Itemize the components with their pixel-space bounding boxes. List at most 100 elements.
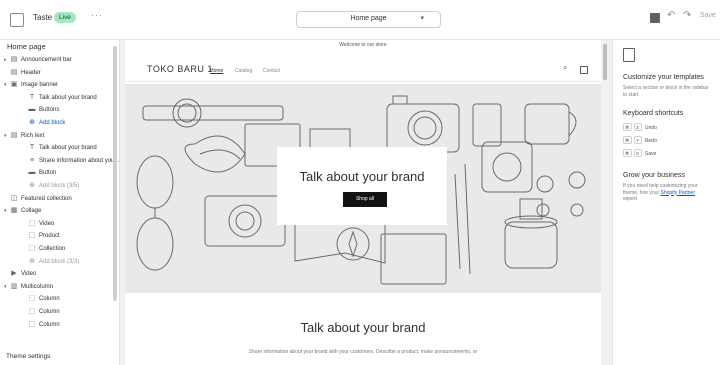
more-actions-button[interactable]: ··· (91, 10, 103, 20)
sidebar-item-label: Product (39, 233, 60, 240)
grow-text: If you need help customizing your theme,… (623, 183, 698, 202)
sidebar-item-rich-text-add-block[interactable]: ⊕ Add block (3/5) (22, 180, 79, 191)
shortcuts-title: Keyboard shortcuts (623, 110, 684, 117)
block-icon: ⬚ (28, 219, 36, 227)
help-panel: Customize your templates Select a sectio… (612, 40, 720, 365)
shortcut-redo: ⌘ Y Redo (623, 136, 657, 144)
undo-icon[interactable]: ↶ (667, 10, 675, 21)
section-icon: ▤ (10, 131, 18, 139)
block-icon: ⬚ (28, 308, 36, 315)
sidebar-item-image-banner-buttons[interactable]: ▬ Buttons (22, 104, 60, 115)
sidebar-item-collage-product[interactable]: ⬚ Product (22, 230, 60, 241)
sidebar-item-header[interactable]: ▤ Header (4, 67, 41, 78)
sidebar-item-rich-text-text[interactable]: ≡ Share information about your... (22, 155, 120, 166)
sidebar-item-announcement-bar[interactable]: ▸ ▤ Announcement bar (4, 54, 72, 65)
add-block-icon: ⊕ (29, 182, 35, 189)
block-icon: ≡ (29, 156, 35, 164)
sidebar-item-featured-collection[interactable]: ◫ Featured collection (4, 193, 72, 204)
section-icon: ▤ (10, 56, 18, 63)
sidebar-item-label: Image banner (21, 82, 59, 89)
theme-settings-link[interactable]: Theme settings (6, 353, 50, 360)
nav-catalog[interactable]: Catalog (235, 68, 252, 74)
cart-icon[interactable] (580, 66, 588, 74)
hero-heading[interactable]: Talk about your brand (277, 169, 447, 184)
storefront-preview: Welcome to our store TOKO BARU 1 Home Ca… (125, 40, 601, 365)
sidebar-item-rich-text[interactable]: ▾ ▤ Rich text (4, 130, 44, 141)
sidebar-item-image-banner-add-block[interactable]: ⊕ Add block (22, 117, 65, 128)
status-badge: Live (54, 12, 76, 23)
block-icon: ⬚ (28, 295, 36, 303)
store-logo[interactable]: TOKO BARU 1 (147, 64, 213, 74)
block-icon: T (29, 144, 35, 152)
sidebar-item-collage-add-block[interactable]: ⊕ Add block (3/3) (22, 256, 79, 267)
shop-all-button[interactable]: Shop all (343, 192, 387, 207)
sidebar-item-collage[interactable]: ▾ ▦ Collage (4, 205, 41, 216)
sidebar-item-label: Add block (3/3) (39, 258, 80, 265)
sidebar-item-label: Column (39, 309, 60, 315)
block-icon: T (29, 93, 35, 101)
save-button[interactable]: Save (700, 12, 716, 19)
block-icon: ⬚ (28, 245, 36, 252)
preview-scrollbar[interactable] (603, 44, 607, 80)
theme-name: Taste (33, 13, 53, 22)
page-selector-label: Home page (350, 15, 387, 22)
sidebar-item-label: Video (39, 220, 55, 227)
sidebar-item-collage-collection[interactable]: ⬚ Collection (22, 243, 66, 254)
sidebar-item-label: Announcement bar (21, 57, 72, 63)
template-icon (623, 48, 635, 62)
rich-text-body[interactable]: Share information about your brand with … (125, 349, 601, 355)
sidebar-item-label: Add block (39, 120, 66, 126)
partner-link[interactable]: Shopify Partner (661, 190, 695, 196)
help-intro: Select a section or block in the sidebar… (623, 85, 709, 98)
block-icon: ▬ (28, 169, 36, 177)
sidebar-item-label: Collage (21, 208, 42, 215)
sidebar-item-label: Collection (39, 246, 66, 252)
section-icon: ▤ (10, 68, 18, 76)
sidebar-item-label: Header (21, 69, 41, 76)
sidebar-title: Home page (7, 42, 46, 51)
sidebar-item-image-banner-heading[interactable]: T Talk about your brand (22, 92, 97, 103)
search-icon[interactable]: ⌕ (563, 63, 567, 73)
block-icon: ⬚ (28, 232, 36, 240)
sidebar-item-label: Share information about your... (39, 157, 120, 164)
block-icon: ▬ (28, 106, 36, 114)
exit-icon[interactable] (10, 13, 24, 27)
sidebar-item-multicolumn-column-1[interactable]: ⬚ Column (22, 293, 60, 304)
sections-sidebar: Home page ▸ ▤ Announcement bar ▤ Header ▾ ▣ Ima… (0, 40, 120, 365)
sidebar-item-rich-text-heading[interactable]: T Talk about your brand (22, 142, 97, 153)
store-header[interactable]: TOKO BARU 1 Home Catalog Contact ⌕ (125, 52, 601, 82)
announcement-bar[interactable]: Welcome to our store (125, 42, 601, 50)
sidebar-item-label: Talk about your brand (39, 94, 97, 101)
sidebar-item-rich-text-button[interactable]: ▬ Button (22, 167, 57, 178)
sidebar-item-video[interactable]: ▶ Video (4, 268, 36, 279)
help-heading: Customize your templates (623, 74, 704, 81)
shortcut-undo: ⌘ Z Undo (623, 123, 657, 131)
sidebar-item-multicolumn-column-2[interactable]: ⬚ Column (22, 306, 60, 317)
sidebar-item-label: Buttons (39, 107, 60, 114)
sidebar-item-label: Rich text (21, 132, 45, 139)
sidebar-item-multicolumn[interactable]: ▾ ▥ Multicolumn (4, 281, 53, 292)
sidebar-item-label: Multicolumn (21, 283, 54, 290)
add-block-icon: ⊕ (29, 257, 35, 265)
nav-home[interactable]: Home (210, 68, 223, 74)
rich-text-heading[interactable]: Talk about your brand (125, 320, 601, 335)
add-block-icon: ⊕ (29, 119, 35, 126)
sidebar-item-collage-video[interactable]: ⬚ Video (22, 218, 55, 229)
sidebar-item-label: Column (39, 321, 60, 328)
redo-icon[interactable]: ↷ (683, 10, 691, 21)
image-banner[interactable]: Talk about your brand Shop all (125, 84, 601, 293)
sidebar-item-multicolumn-column-3[interactable]: ⬚ Column (22, 319, 60, 330)
sidebar-scrollbar[interactable] (113, 46, 117, 301)
block-icon: ⬚ (28, 320, 36, 328)
sidebar-item-label: Video (21, 271, 37, 278)
page-selector[interactable]: Home page ▾ (296, 11, 441, 28)
hero-content-box: Talk about your brand Shop all (277, 147, 447, 225)
nav-contact[interactable]: Contact (263, 68, 280, 74)
section-icon: ▥ (10, 282, 18, 290)
sidebar-item-image-banner[interactable]: ▾ ▣ Image banner (4, 79, 58, 90)
section-icon: ▶ (11, 270, 17, 278)
sidebar-item-label: Featured collection (21, 195, 72, 202)
desktop-view-icon[interactable] (650, 13, 660, 23)
preview-canvas: Welcome to our store TOKO BARU 1 Home Ca… (121, 40, 605, 365)
sidebar-item-label: Talk about your brand (39, 145, 97, 152)
